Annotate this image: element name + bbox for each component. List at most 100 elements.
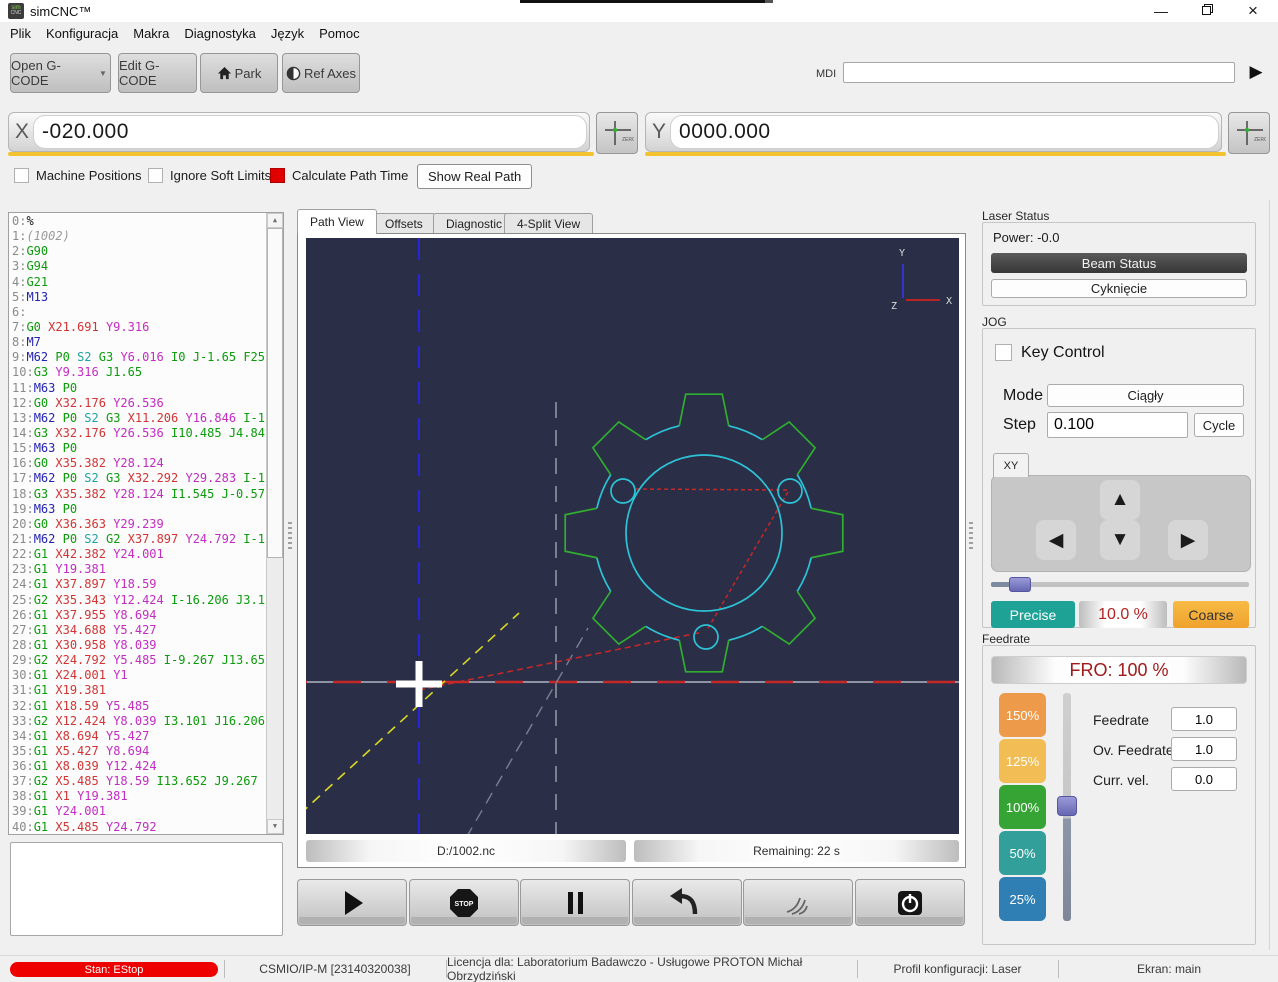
gcode-line[interactable]: 14:G3 X32.176 Y26.536 I10.485 J4.845 [12,426,265,441]
menu-item-plik[interactable]: Plik [10,22,31,45]
gcode-line[interactable]: 33:G2 X12.424 Y8.039 I3.101 J16.206 [12,714,265,729]
gcode-line[interactable]: 32:G1 X18.59 Y5.485 [12,699,265,714]
mdi-input[interactable] [843,62,1235,83]
power-button[interactable] [855,879,965,926]
gcode-line[interactable]: 9:M62 P0 S2 G3 Y6.016 I0 J-1.65 F250 [12,350,265,365]
tab-offsets[interactable]: Offsets [372,213,436,234]
feedrate-preset-50%[interactable]: 50% [999,831,1046,875]
gcode-line[interactable]: 25:G2 X35.343 Y12.424 I-16.206 J3.10 [12,593,265,608]
gcode-line[interactable]: 7:G0 X21.691 Y9.316 [12,320,265,335]
cycle-button[interactable]: Cycle [1194,413,1244,437]
gcode-line[interactable]: 29:G2 X24.792 Y5.485 I-9.267 J13.653 [12,653,265,668]
gcode-line[interactable]: 8:M7 [12,335,265,350]
menu-item-konfiguracja[interactable]: Konfiguracja [46,22,118,45]
feedrate-input[interactable] [1171,707,1237,731]
gcode-line[interactable]: 30:G1 X24.001 Y1 [12,668,265,683]
scroll-up-icon[interactable]: ▲ [267,213,283,228]
menu-item-makra[interactable]: Makra [133,22,169,45]
jog-mode-button[interactable]: Ciągły [1047,384,1244,407]
tab-path-view[interactable]: Path View [297,209,377,234]
scroll-down-icon[interactable]: ▼ [267,819,283,834]
play-button[interactable] [297,879,407,926]
gcode-line[interactable]: 20:G0 X36.363 Y29.239 [12,517,265,532]
gcode-line[interactable]: 3:G94 [12,259,265,274]
gcode-line[interactable]: 19:M63 P0 [12,502,265,517]
gcode-line[interactable]: 15:M63 P0 [12,441,265,456]
open-gcode-dropdown[interactable]: ▼ [96,53,111,93]
pause-button[interactable] [520,879,630,926]
gcode-line[interactable]: 12:G0 X32.176 Y26.536 [12,396,265,411]
coarse-button[interactable]: Coarse [1173,601,1249,628]
feedrate-preset-125%[interactable]: 125% [999,739,1046,783]
jog-step-input[interactable] [1047,412,1188,438]
calculate-path-time-checkbox[interactable] [270,168,285,183]
feedrate-preset-150%[interactable]: 150% [999,693,1046,737]
gcode-line[interactable]: 5:M13 [12,290,265,305]
gcode-line[interactable]: 16:G0 X35.382 Y28.124 [12,456,265,471]
jog-left-button[interactable]: ◀ [1036,520,1076,560]
ref-axes-button[interactable]: Ref Axes [282,53,360,93]
splitter-handle-left[interactable] [288,522,292,550]
gcode-line[interactable]: 40:G1 X5.485 Y24.792 [12,820,265,833]
gcode-line[interactable]: 28:G1 X30.958 Y8.039 [12,638,265,653]
ov-feedrate-input[interactable] [1171,737,1237,761]
menu-item-diagnostyka[interactable]: Diagnostyka [184,22,256,45]
beam-status-button[interactable]: Beam Status [991,253,1247,273]
jog-right-button[interactable]: ▶ [1168,520,1208,560]
feedrate-preset-100%[interactable]: 100% [999,785,1046,829]
feedrate-slider-handle[interactable] [1057,796,1077,816]
key-control-checkbox[interactable] [995,344,1012,361]
cyknięcie-button[interactable]: Cyknięcie [991,279,1247,298]
splitter-handle-right[interactable] [969,522,973,550]
minimize-button[interactable]: — [1148,2,1174,20]
stop-button[interactable]: STOP [409,879,519,926]
menu-item-pomoc[interactable]: Pomoc [319,22,359,45]
edit-gcode-button[interactable]: Edit G-CODE [118,53,197,93]
gcode-line[interactable]: 1:(1002) [12,229,265,244]
path-canvas[interactable]: YZX [306,238,959,834]
ignore-soft-limits-checkbox[interactable] [148,168,163,183]
mdi-send-button[interactable]: ▶ [1243,60,1269,84]
zero-y-button[interactable]: ZERO [1228,112,1270,154]
gcode-line[interactable]: 23:G1 Y19.381 [12,562,265,577]
gcode-line[interactable]: 22:G1 X42.382 Y24.001 [12,547,265,562]
gcode-line[interactable]: 38:G1 X1 Y19.381 [12,789,265,804]
gcode-line[interactable]: 4:G21 [12,275,265,290]
gcode-line[interactable]: 2:G90 [12,244,265,259]
open-gcode-button[interactable]: Open G-CODE [10,53,97,93]
jog-speed-slider-handle[interactable] [1009,577,1031,592]
tab-4-split-view[interactable]: 4-Split View [504,213,593,234]
menu-item-język[interactable]: Język [271,22,304,45]
precise-button[interactable]: Precise [991,601,1075,628]
gcode-line[interactable]: 17:M62 P0 S2 G3 X32.292 Y29.283 I-1 [12,471,265,486]
gcode-line[interactable]: 34:G1 X8.694 Y5.427 [12,729,265,744]
jog-pad-tab-xy[interactable]: XY [993,453,1029,477]
jog-up-button[interactable]: ▲ [1100,480,1140,520]
gcode-line[interactable]: 13:M62 P0 S2 G3 X11.206 Y16.846 I-10 [12,411,265,426]
gcode-line[interactable]: 39:G1 Y24.001 [12,804,265,819]
gcode-line[interactable]: 21:M62 P0 S2 G2 X37.897 Y24.792 I-14 [12,532,265,547]
gcode-line[interactable]: 10:G3 Y9.316 J1.65 [12,365,265,380]
machine-positions-checkbox[interactable] [14,168,29,183]
gcode-line[interactable]: 36:G1 X8.039 Y12.424 [12,759,265,774]
gcode-line[interactable]: 18:G3 X35.382 Y28.124 I1.545 J-0.57 [12,487,265,502]
gcode-line[interactable]: 26:G1 X37.955 Y8.694 [12,608,265,623]
scrollbar-thumb[interactable] [267,228,283,558]
gcode-line[interactable]: 11:M63 P0 [12,381,265,396]
gcode-line[interactable]: 6: [12,305,265,320]
feedrate-preset-25%[interactable]: 25% [999,877,1046,921]
undo-button[interactable] [632,879,742,926]
park-button[interactable]: Park [200,53,278,93]
jog-down-button[interactable]: ▼ [1100,520,1140,560]
curr-vel-input[interactable] [1171,767,1237,791]
zero-x-button[interactable]: ZERO [596,112,638,154]
close-button[interactable]: × [1240,2,1266,20]
gcode-line[interactable]: 24:G1 X37.897 Y18.59 [12,577,265,592]
gcode-line[interactable]: 35:G1 X5.427 Y8.694 [12,744,265,759]
tab-diagnostic[interactable]: Diagnostic [433,213,515,234]
gcode-line[interactable]: 37:G2 X5.485 Y18.59 I13.652 J9.267 [12,774,265,789]
blow-button[interactable] [743,879,853,926]
gcode-line[interactable]: 0:% [12,214,265,229]
gcode-line[interactable]: 31:G1 X19.381 [12,683,265,698]
show-real-path-button[interactable]: Show Real Path [417,164,532,189]
